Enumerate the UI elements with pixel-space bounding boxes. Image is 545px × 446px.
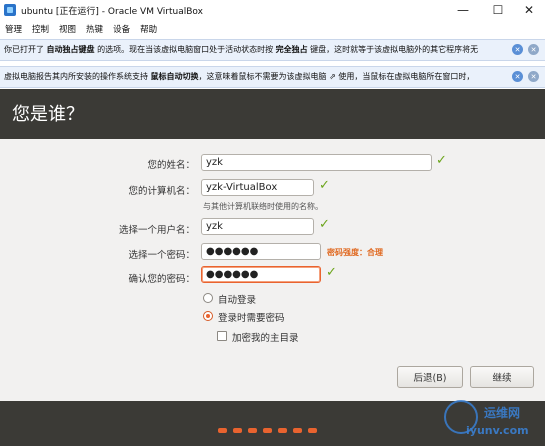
minimize-button[interactable]: — <box>446 0 480 20</box>
password-label: 选择一个密码： <box>128 250 195 261</box>
maximize-button[interactable]: ☐ <box>481 0 515 20</box>
encrypt-home-checkbox[interactable] <box>217 331 227 341</box>
notification-text-part: 使用，当鼠标在虚拟电脑所在窗口时， <box>335 72 475 81</box>
notification-text-part: 的选项。现在当该虚拟电脑窗口处于活动状态时按 <box>94 45 276 54</box>
confirm-password-label: 确认您的密码： <box>128 274 195 285</box>
name-valid-check-icon: ✓ <box>436 153 447 168</box>
mouse-integration-icon: ⇗ <box>329 72 336 81</box>
progress-dot <box>293 428 302 433</box>
notification-text: 你已打开了 自动独占键盘 的选项。现在当该虚拟电脑窗口处于活动状态时按 完全独占… <box>4 44 504 55</box>
menu-view[interactable]: 视图 <box>54 23 81 35</box>
password-field[interactable]: ●●●●●● <box>201 243 321 260</box>
progress-dot <box>278 428 287 433</box>
virtualbox-app-icon <box>4 4 16 16</box>
password-strength-label: 密码强度：合理 <box>327 248 383 257</box>
progress-dot <box>263 428 272 433</box>
name-label: 您的姓名： <box>147 160 195 171</box>
progress-dot <box>233 428 242 433</box>
name-field[interactable]: yzk <box>201 154 432 171</box>
window-title: ubuntu [正在运行] - Oracle VM VirtualBox <box>21 7 203 17</box>
menu-manage[interactable]: 管理 <box>0 23 27 35</box>
back-button[interactable]: 后退(B) <box>397 366 463 388</box>
notification-close-icon[interactable]: ✕ <box>528 71 539 82</box>
continue-button[interactable]: 继续 <box>470 366 534 388</box>
progress-dot <box>308 428 317 433</box>
menu-devices[interactable]: 设备 <box>108 23 135 35</box>
notification-bold-text: 自动独占键盘 <box>46 45 95 54</box>
auto-login-label[interactable]: 自动登录 <box>218 292 256 306</box>
progress-dot <box>248 428 257 433</box>
window-title-bar: ubuntu [正在运行] - Oracle VM VirtualBox — ☐… <box>0 0 545 20</box>
keyboard-capture-notification: 你已打开了 自动独占键盘 的选项。现在当该虚拟电脑窗口处于活动状态时按 完全独占… <box>0 39 545 61</box>
menu-hotkey[interactable]: 热键 <box>81 23 108 35</box>
notification-text: 虚拟电脑报告其内所安装的操作系统支持 鼠标自动切换，这意味着鼠标不需要为该虚拟电… <box>4 71 504 82</box>
computer-name-label: 您的计算机名： <box>128 186 195 197</box>
watermark-url: iyunv.com <box>466 424 529 437</box>
username-label: 选择一个用户名： <box>118 225 195 236</box>
encrypt-home-label[interactable]: 加密我的主目录 <box>232 330 299 344</box>
notification-close-icon[interactable]: ✕ <box>528 44 539 55</box>
computer-name-hint: 与其他计算机联络时使用的名称。 <box>203 202 323 211</box>
auto-login-radio[interactable] <box>203 293 213 303</box>
username-valid-check-icon: ✓ <box>319 217 330 232</box>
computer-name-valid-check-icon: ✓ <box>319 178 330 193</box>
menu-help[interactable]: 帮助 <box>135 23 162 35</box>
menu-bar: 管理 控制 视图 热键 设备 帮助 <box>0 20 545 38</box>
notification-info-icon[interactable]: ✕ <box>512 44 523 55</box>
notification-bold-text: 鼠标自动切换 <box>150 72 199 81</box>
close-button[interactable]: ✕ <box>512 0 545 20</box>
require-password-label[interactable]: 登录时需要密码 <box>218 310 285 324</box>
confirm-password-valid-check-icon: ✓ <box>326 265 337 280</box>
username-field[interactable]: yzk <box>201 218 314 235</box>
notification-text-part: ，这意味着鼠标不需要为该虚拟电脑 <box>198 72 330 81</box>
notification-text-part: 虚拟电脑报告其内所安装的操作系统支持 <box>4 72 151 81</box>
menu-control[interactable]: 控制 <box>27 23 54 35</box>
page-title: 您是谁？ <box>12 104 84 125</box>
notification-text-part: 键盘，这时就等于该虚拟电脑外的其它程序将无 <box>307 45 479 54</box>
confirm-password-field[interactable]: ●●●●●● <box>201 266 321 283</box>
watermark-text: 运维网 <box>484 406 521 420</box>
mouse-integration-notification: 虚拟电脑报告其内所安装的操作系统支持 鼠标自动切换，这意味着鼠标不需要为该虚拟电… <box>0 66 545 88</box>
require-password-radio[interactable] <box>203 311 213 321</box>
notification-info-icon[interactable]: ✕ <box>512 71 523 82</box>
notification-bold-text: 完全独占 <box>275 45 308 54</box>
computer-name-field[interactable]: yzk-VirtualBox <box>201 179 314 196</box>
progress-dot <box>218 428 227 433</box>
notification-text-part: 你已打开了 <box>4 45 47 54</box>
